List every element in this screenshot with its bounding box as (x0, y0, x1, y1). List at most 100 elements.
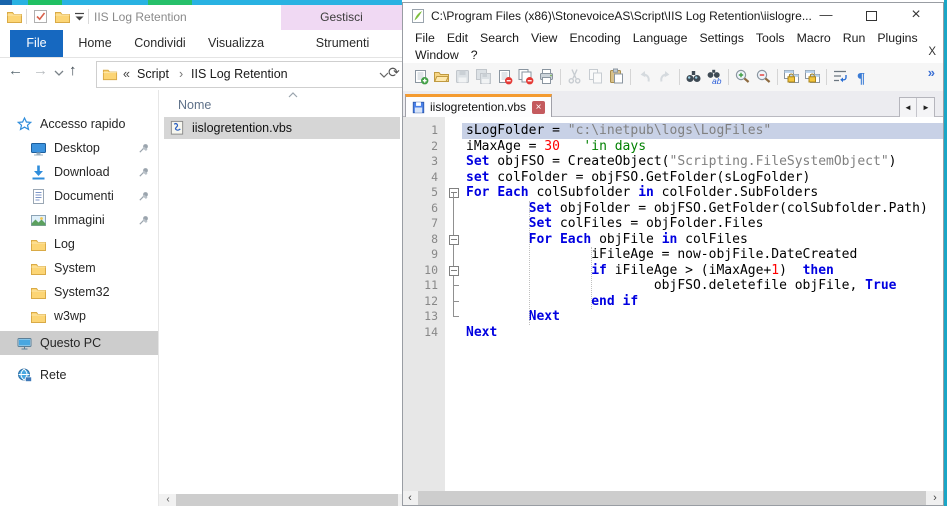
separator (26, 9, 27, 24)
close-icon[interactable] (496, 68, 513, 85)
editor-horizontal-scrollbar[interactable]: ‹ › (403, 491, 943, 505)
scrollbar-thumb[interactable] (176, 494, 398, 506)
breadcrumb-prefix[interactable]: « (123, 67, 130, 81)
forward-arrow-icon[interactable]: → (33, 62, 48, 79)
tab-close-icon[interactable]: × (532, 101, 545, 114)
save-all-icon[interactable] (475, 68, 492, 85)
code-line-12: 12 end if (403, 294, 943, 310)
copy-icon[interactable] (587, 68, 604, 85)
column-header-nome[interactable]: Nome (178, 98, 211, 112)
menu-run[interactable]: Run (837, 30, 872, 47)
document-close-x[interactable]: X (928, 46, 936, 58)
back-arrow-icon[interactable]: ← (8, 62, 23, 79)
qat-customize-chevron-icon[interactable] (73, 8, 86, 25)
menu-tools[interactable]: Tools (750, 30, 791, 47)
document-icon (30, 188, 47, 205)
scrollbar-thumb[interactable] (418, 491, 926, 505)
paste-icon[interactable] (608, 68, 625, 85)
menu-help[interactable]: ? (465, 47, 484, 64)
fold-margin (445, 216, 462, 232)
cut-icon[interactable] (566, 68, 583, 85)
sidebar-item-system32[interactable]: System32 (0, 280, 158, 304)
line-number: 11 (403, 278, 445, 294)
sidebar-item-label: Desktop (54, 141, 100, 155)
menu-view[interactable]: View (525, 30, 563, 47)
sort-ascending-chevron-icon[interactable] (288, 91, 298, 98)
scroll-left-arrow-icon[interactable]: ‹ (161, 494, 175, 506)
sidebar-item-desktop[interactable]: Desktop (0, 136, 158, 160)
sidebar-item-accesso-rapido[interactable]: Accesso rapido (0, 112, 158, 136)
save-icon[interactable] (454, 68, 471, 85)
menu-macro[interactable]: Macro (791, 30, 837, 47)
select-all-check-icon[interactable] (32, 8, 49, 25)
ribbon-tab-strumenti-applicazioni[interactable]: Strumenti applicazioni (283, 30, 402, 57)
folder-icon[interactable] (54, 8, 71, 25)
recent-locations-chevron-icon[interactable] (54, 70, 64, 77)
fold-toggle-icon[interactable] (445, 185, 462, 201)
zoom-in-icon[interactable] (734, 68, 751, 85)
document-tab-label: iislogretention.vbs (430, 100, 526, 114)
explorer-horizontal-scrollbar[interactable]: ‹ (159, 494, 402, 506)
toolbar-separator (679, 69, 680, 85)
ribbon-tab-home[interactable]: Home (75, 30, 115, 57)
open-icon[interactable] (433, 68, 450, 85)
find-icon[interactable] (685, 68, 702, 85)
refresh-icon[interactable]: ⟳ (388, 64, 400, 81)
menu-settings[interactable]: Settings (693, 30, 749, 47)
tab-scroll-left-icon[interactable]: ◄ (900, 98, 917, 117)
redo-icon[interactable] (657, 68, 674, 85)
zoom-out-icon[interactable] (755, 68, 772, 85)
address-box[interactable]: « Script › IIS Log Retention (96, 61, 403, 88)
code-editor[interactable]: 1sLogFolder = "c:\inetpub\logs\LogFiles"… (403, 117, 943, 491)
menu-edit[interactable]: Edit (441, 30, 474, 47)
print-icon[interactable] (538, 68, 555, 85)
sidebar-item-system[interactable]: System (0, 256, 158, 280)
document-tab-active[interactable]: iislogretention.vbs × (405, 94, 552, 117)
line-number: 6 (403, 201, 445, 217)
menu-search[interactable]: Search (474, 30, 525, 47)
pane-separator[interactable] (158, 90, 159, 506)
sidebar-item-download[interactable]: Download (0, 160, 158, 184)
vbs-file-icon (169, 120, 185, 136)
menu-plugins[interactable]: Plugins (871, 30, 923, 47)
menu-file[interactable]: File (409, 30, 441, 47)
sidebar-item-w3wp[interactable]: w3wp (0, 304, 158, 328)
menu-window[interactable]: Window (409, 47, 465, 64)
toolbar-overflow-chevrons[interactable]: » (928, 65, 935, 80)
breadcrumb-separator: › (179, 67, 183, 81)
notepadpp-window: C:\Program Files (x86)\StonevoiceAS\Scri… (402, 2, 944, 506)
line-number: 9 (403, 247, 445, 263)
sidebar-item-questo-pc[interactable]: Questo PC (0, 331, 158, 355)
ribbon-tab-visualizza[interactable]: Visualizza (205, 30, 267, 57)
breadcrumb-segment-current[interactable]: IIS Log Retention (191, 67, 288, 81)
undo-icon[interactable] (636, 68, 653, 85)
minimize-button[interactable]: — (809, 3, 843, 27)
scroll-right-arrow-icon[interactable]: › (928, 491, 942, 505)
sidebar-item-log[interactable]: Log (0, 232, 158, 256)
sync-horizontal-icon[interactable] (804, 68, 821, 85)
word-wrap-icon[interactable] (832, 68, 849, 85)
sidebar-item-documenti[interactable]: Documenti (0, 184, 158, 208)
tab-scroll-right-icon[interactable]: ► (918, 98, 934, 117)
menu-encoding[interactable]: Encoding (563, 30, 626, 47)
pin-icon (138, 142, 150, 154)
ribbon-tab-condividi[interactable]: Condividi (130, 30, 190, 57)
replace-icon[interactable]: ab (706, 68, 723, 85)
file-row[interactable]: iislogretention.vbs (164, 117, 400, 139)
close-all-icon[interactable] (517, 68, 534, 85)
new-file-icon[interactable] (412, 68, 429, 85)
sidebar-item-rete[interactable]: Rete (0, 363, 158, 387)
sidebar-item-immagini[interactable]: Immagini (0, 208, 158, 232)
fold-toggle-icon[interactable] (445, 232, 462, 248)
scroll-left-arrow-icon[interactable]: ‹ (403, 491, 417, 505)
sync-vertical-icon[interactable] (783, 68, 800, 85)
menu-language[interactable]: Language (627, 30, 694, 47)
ribbon-tab-file[interactable]: File (10, 30, 63, 57)
up-arrow-icon[interactable]: ↑ (69, 62, 77, 79)
breadcrumb-segment-script[interactable]: Script (137, 67, 169, 81)
fold-toggle-icon[interactable] (445, 263, 462, 279)
folder-icon[interactable] (6, 8, 23, 25)
show-all-characters-icon[interactable]: ¶ (853, 68, 870, 85)
maximize-button[interactable] (854, 3, 888, 27)
close-button[interactable]: × (899, 3, 933, 27)
